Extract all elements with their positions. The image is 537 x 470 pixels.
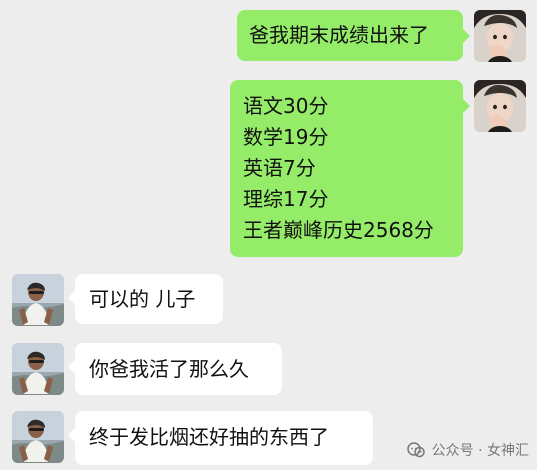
- message-line: 王者巅峰历史2568分: [243, 218, 434, 242]
- message-line: 数学19分: [243, 125, 329, 149]
- father-avatar-icon[interactable]: [12, 411, 64, 463]
- message-bubble-received[interactable]: 你爸我活了那么久: [68, 343, 282, 395]
- message-text: 终于发比烟还好抽的东西了: [89, 425, 329, 449]
- father-avatar-icon[interactable]: [12, 343, 64, 395]
- message-text: 爸我期末成绩出来了: [249, 23, 429, 47]
- watermark: 公众号 · 女神汇: [406, 440, 529, 460]
- message-bubble-sent[interactable]: 语文30分 数学19分 英语7分 理综17分 王者巅峰历史2568分: [230, 80, 470, 257]
- message-bubble-received[interactable]: 终于发比烟还好抽的东西了: [68, 411, 373, 465]
- young-person-avatar-icon[interactable]: [474, 80, 526, 132]
- young-person-avatar-icon[interactable]: [474, 10, 526, 62]
- watermark-text: 公众号 · 女神汇: [431, 443, 529, 459]
- message-text: 你爸我活了那么久: [89, 357, 249, 381]
- message-line: 理综17分: [243, 187, 329, 211]
- message-text: 可以的 儿子: [89, 287, 196, 311]
- message-bubble-received[interactable]: 可以的 儿子: [68, 274, 223, 324]
- message-line: 英语7分: [243, 156, 316, 180]
- wechat-official-account-icon: [406, 440, 426, 460]
- message-line: 语文30分: [243, 94, 329, 118]
- message-bubble-sent[interactable]: 爸我期末成绩出来了: [237, 10, 470, 61]
- message-text-block: 语文30分 数学19分 英语7分 理综17分 王者巅峰历史2568分: [230, 80, 463, 257]
- father-avatar-icon[interactable]: [12, 274, 64, 326]
- chat-area: 爸我期末成绩出来了 语文30分 数学19分 英语7分 理综17分 王者巅峰历史2…: [0, 0, 537, 470]
